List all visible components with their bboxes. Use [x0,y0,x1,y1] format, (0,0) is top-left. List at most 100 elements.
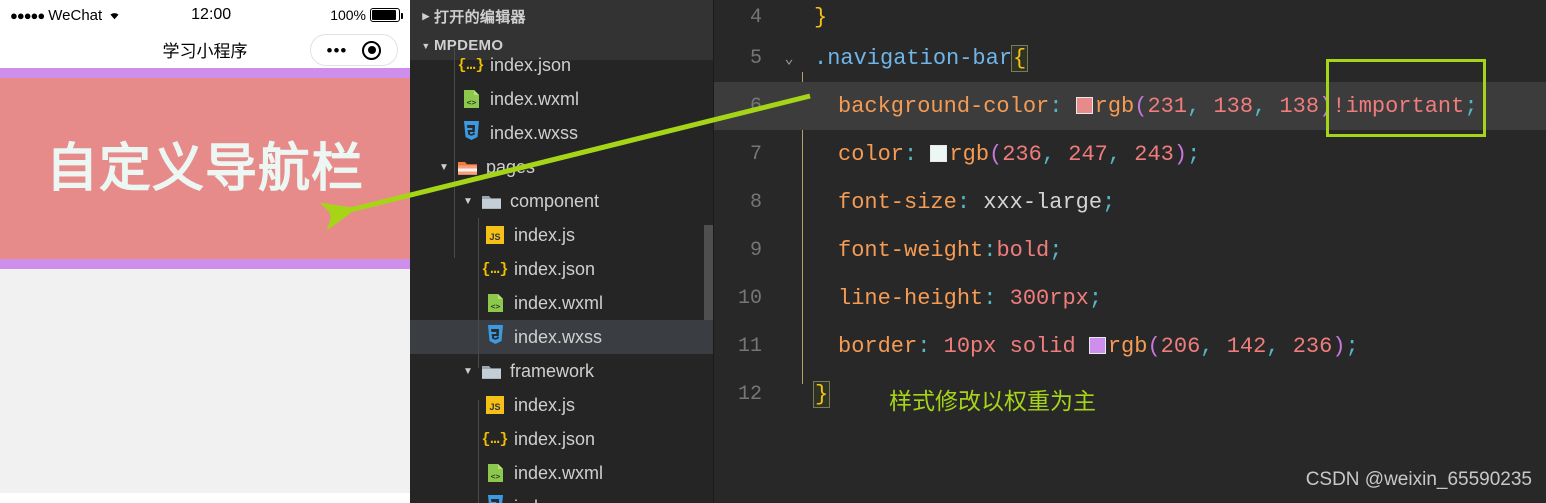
tree-folder-row[interactable]: ▼ component [410,184,713,218]
tree-item-label: pages [486,156,536,177]
code-token-brace: } [814,4,828,30]
code-line-11: 11 border: 10px solid rgb(206, 142, 236)… [714,322,1546,370]
code-token-number-r: 206 [1160,333,1201,359]
code-token-number-b: 236 [1292,333,1333,359]
tree-folder-row[interactable]: ▼ pages [410,150,713,184]
tree-file-row[interactable]: JS index.js [410,388,713,422]
code-token-property: line-height [838,285,984,311]
tree-file-row[interactable]: <> index.wxml [410,82,713,116]
tree-icon-wrap [478,193,504,209]
tree-item-label: index.wxss [508,497,602,503]
code-token-number-g: 138 [1213,93,1254,119]
tree-file-row[interactable]: index.wxss [410,320,713,354]
code-token-important: !important [1332,93,1465,119]
code-line-12: 12 } [714,370,1546,418]
code-token-function: rgb [949,141,990,167]
wxss-icon [462,120,481,147]
app-root: ●●●●● WeChat 12:00 100% 学习小程序 ••• 自定义导航栏… [0,0,1546,503]
navigation-bar-text: 自定义导航栏 [45,139,364,198]
tree-folder-row[interactable]: ▼ framework [410,354,713,388]
color-swatch[interactable] [1088,336,1106,354]
tree-item-label: component [510,190,600,211]
tree-file-row[interactable]: {…} index.json [410,48,713,82]
code-token-paren-open: ( [1134,93,1148,119]
tree-icon-wrap: {…} [482,261,509,278]
tree-file-row[interactable]: {…} index.json [410,252,713,286]
code-token-border-width: 10px [943,333,997,359]
fold-toggle[interactable]: ⌄ [776,49,802,68]
code-line-10: 10 line-height: 300rpx; [714,274,1546,322]
code-token-number-r: 236 [1002,141,1042,167]
chevron-down-icon[interactable]: ▼ [458,196,478,207]
code-token-colon: : [917,333,931,359]
tree-icon-wrap: {…} [457,56,485,74]
phone-simulator: ●●●●● WeChat 12:00 100% 学习小程序 ••• 自定义导航栏 [0,0,410,503]
tree-item-label: framework [510,360,595,381]
carrier-label: WeChat [48,6,103,24]
code-line-9: 9 font-weight:bold; [714,226,1546,274]
tree-item-label: index.json [514,428,596,449]
tree-file-row[interactable]: <> index.wxml [410,456,713,490]
mini-program-title-bar: 学习小程序 ••• [0,30,410,68]
code-token-semicolon: ; [1187,141,1201,167]
code-token-paren-open: ( [1147,333,1161,359]
file-tree: {…} index.json <> index.wxml index.wxss ▼ page… [410,48,713,503]
code-token-property: background-color [838,93,1050,119]
tree-file-row[interactable]: JS index.js [410,218,713,252]
status-bar: ●●●●● WeChat 12:00 100% [0,0,410,30]
code-token-colon: : [983,237,997,263]
json-icon: {…} [457,56,485,74]
line-number: 12 [737,382,762,406]
code-editor[interactable]: 4 } 5 ⌄ .navigation-bar{ 6 background-co… [714,0,1546,503]
code-token-paren-close: ) [1332,333,1346,359]
json-icon: {…} [481,430,509,448]
svg-text:<>: <> [466,98,476,107]
code-token-number-g: 247 [1068,141,1108,167]
explorer-section-open-editors[interactable]: ▶ 打开的编辑器 [410,2,713,31]
more-icon[interactable]: ••• [327,42,348,59]
svg-text:<>: <> [490,472,500,481]
page-body [0,269,410,493]
tree-file-row[interactable]: index.wxss [410,490,713,503]
tree-guide-line [478,218,479,368]
tree-item-label: index.json [490,54,572,75]
tree-icon-wrap [482,494,508,503]
wxml-icon: <> [487,293,504,313]
color-swatch[interactable] [930,144,948,162]
line-number: 4 [749,5,762,29]
code-token-semicolon: ; [1049,237,1063,263]
wxss-icon [486,494,505,503]
tree-item-label: index.wxml [514,462,604,483]
tree-file-row[interactable]: {…} index.json [410,422,713,456]
tree-icon-wrap [454,159,480,175]
folder-open-icon [457,159,477,175]
tree-item-label: index.wxss [514,326,603,347]
line-number: 9 [749,238,762,262]
code-token-brace-open: { [1011,44,1029,72]
code-token-number-r: 231 [1147,93,1188,119]
code-token-property: font-weight [838,237,984,263]
color-swatch[interactable] [1075,96,1093,114]
code-token-colon: : [983,285,997,311]
signal-dots-icon: ●●●●● [10,7,45,23]
code-token-colon: : [956,189,971,215]
chevron-down-icon[interactable]: ▼ [458,366,478,377]
line-number: 10 [737,286,762,310]
capsule-menu[interactable]: ••• [310,34,398,66]
tree-file-row[interactable]: <> index.wxml [410,286,713,320]
tree-file-row[interactable]: index.wxss [410,116,713,150]
chevron-right-icon: ▶ [422,11,430,21]
tree-item-label: index.js [514,224,576,245]
wxml-icon: <> [487,463,504,483]
code-token-brace-close: } [812,380,831,408]
tree-item-label: index.wxml [514,292,604,313]
tree-icon-wrap: JS [482,226,508,244]
tree-icon-wrap: <> [458,89,484,109]
explorer-scrollbar[interactable] [704,225,713,320]
battery-icon [370,8,403,22]
chevron-down-icon[interactable]: ▼ [434,162,454,173]
js-icon: JS [486,396,504,414]
tree-guide-line [478,400,479,503]
tree-icon-wrap: {…} [481,430,509,448]
target-icon[interactable] [362,40,382,60]
